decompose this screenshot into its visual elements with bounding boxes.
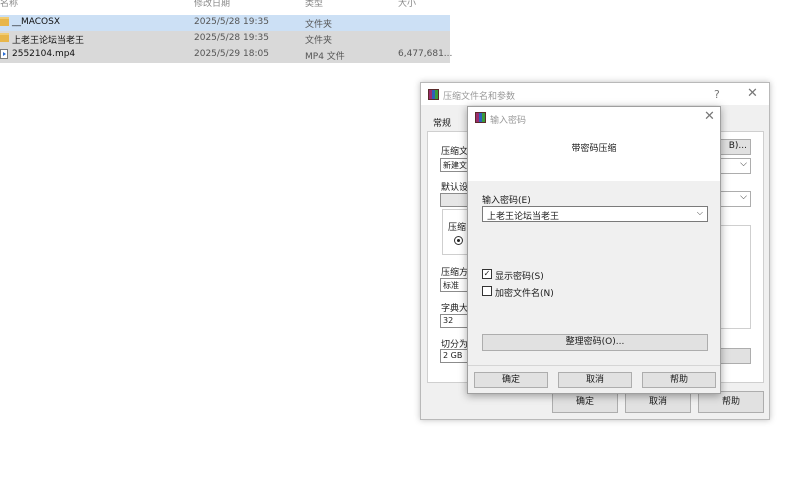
file-row[interactable]: 上老王论坛当老王 2025/5/28 19:35 文件夹 <box>0 31 450 47</box>
close-icon[interactable]: ✕ <box>747 86 758 101</box>
column-size-header[interactable]: 大小 <box>398 0 416 9</box>
archive-format-label: 压缩 <box>448 223 467 233</box>
column-type-header[interactable]: 类型 <box>305 0 323 9</box>
file-type: MP4 文件 <box>305 52 345 62</box>
tab-general[interactable]: 常规 <box>433 116 451 129</box>
help-button[interactable]: 帮助 <box>642 372 716 388</box>
archive-name-label: 压缩文 <box>441 147 469 157</box>
dialog-title: 压缩文件名和参数 <box>443 92 516 102</box>
dictionary-select[interactable]: 32 <box>440 314 470 328</box>
password-button[interactable] <box>717 348 751 364</box>
file-type: 文件夹 <box>305 20 333 30</box>
chevron-down-icon[interactable]: ⌵ <box>697 208 703 218</box>
column-name-header[interactable]: 名称 <box>0 0 18 9</box>
folder-icon <box>0 17 9 26</box>
format-radio[interactable] <box>454 236 463 245</box>
dialog-titlebar[interactable]: 压缩文件名和参数 ? ✕ <box>421 83 769 105</box>
help-icon[interactable]: ? <box>714 88 720 101</box>
file-name: 上老王论坛当老王 <box>12 36 85 46</box>
method-label: 压缩方 <box>441 268 469 278</box>
update-mode-select[interactable]: ⌵ <box>717 158 751 174</box>
encrypt-names-checkbox[interactable] <box>482 286 492 296</box>
default-profile-label: 默认设 <box>441 183 469 193</box>
winrar-icon <box>475 112 486 123</box>
ok-button[interactable]: 确定 <box>552 391 618 413</box>
show-password-checkbox[interactable]: ✓ <box>482 269 492 279</box>
profiles-button[interactable] <box>440 193 470 207</box>
column-date-header[interactable]: 修改日期 <box>194 0 230 9</box>
dialog-title: 输入密码 <box>490 116 527 126</box>
chevron-down-icon: ⌵ <box>740 192 747 202</box>
method-select[interactable]: 标准 <box>440 278 470 292</box>
update-mode-select-2[interactable]: ⌵ <box>717 191 751 207</box>
dictionary-label: 字典大 <box>441 304 469 314</box>
folder-icon <box>0 33 9 42</box>
help-button[interactable]: 帮助 <box>698 391 764 413</box>
dialog-header: 带密码压缩 <box>468 129 720 181</box>
password-dialog: 输入密码 ✕ 带密码压缩 输入密码(E) 上老王论坛当老王 ⌵ ✓ 显示密码(S… <box>467 106 721 394</box>
file-type: 文件夹 <box>305 36 333 46</box>
file-date: 2025/5/28 19:35 <box>194 17 269 27</box>
archive-name-field[interactable]: 新建文 <box>440 158 470 172</box>
file-row[interactable]: 2552104.mp4 2025/5/29 18:05 MP4 文件 6,477… <box>0 47 453 63</box>
options-list[interactable] <box>716 225 751 329</box>
dialog-heading: 带密码压缩 <box>571 144 617 154</box>
footer-divider <box>468 365 720 366</box>
cancel-button[interactable]: 取消 <box>558 372 632 388</box>
encrypt-names-label: 加密文件名(N) <box>495 289 554 299</box>
file-date: 2025/5/28 19:35 <box>194 33 269 43</box>
cancel-button[interactable]: 取消 <box>625 391 691 413</box>
organize-passwords-button[interactable]: 整理密码(O)... <box>482 334 708 351</box>
winrar-icon <box>428 89 439 100</box>
file-row[interactable]: __MACOSX 2025/5/28 19:35 文件夹 <box>0 15 450 31</box>
dialog-titlebar[interactable]: 输入密码 ✕ <box>468 107 720 129</box>
file-name: 2552104.mp4 <box>12 49 76 59</box>
file-name: __MACOSX <box>12 17 61 27</box>
password-input[interactable]: 上老王论坛当老王 ⌵ <box>482 206 708 222</box>
file-date: 2025/5/29 18:05 <box>194 49 269 59</box>
chevron-down-icon: ⌵ <box>740 159 747 169</box>
video-file-icon <box>0 49 8 59</box>
file-size: 6,477,681... <box>398 49 453 59</box>
password-value: 上老王论坛当老王 <box>487 212 560 222</box>
file-list: 名称 修改日期 类型 大小 __MACOSX 2025/5/28 19:35 文… <box>0 0 453 64</box>
password-label: 输入密码(E) <box>482 196 531 206</box>
split-select[interactable]: 2 GB <box>440 349 470 363</box>
ok-button[interactable]: 确定 <box>474 372 548 388</box>
close-icon[interactable]: ✕ <box>704 109 715 124</box>
browse-button[interactable]: B)... <box>717 139 751 155</box>
show-password-label: 显示密码(S) <box>495 272 544 282</box>
file-list-header: 名称 修改日期 类型 大小 <box>0 0 450 10</box>
